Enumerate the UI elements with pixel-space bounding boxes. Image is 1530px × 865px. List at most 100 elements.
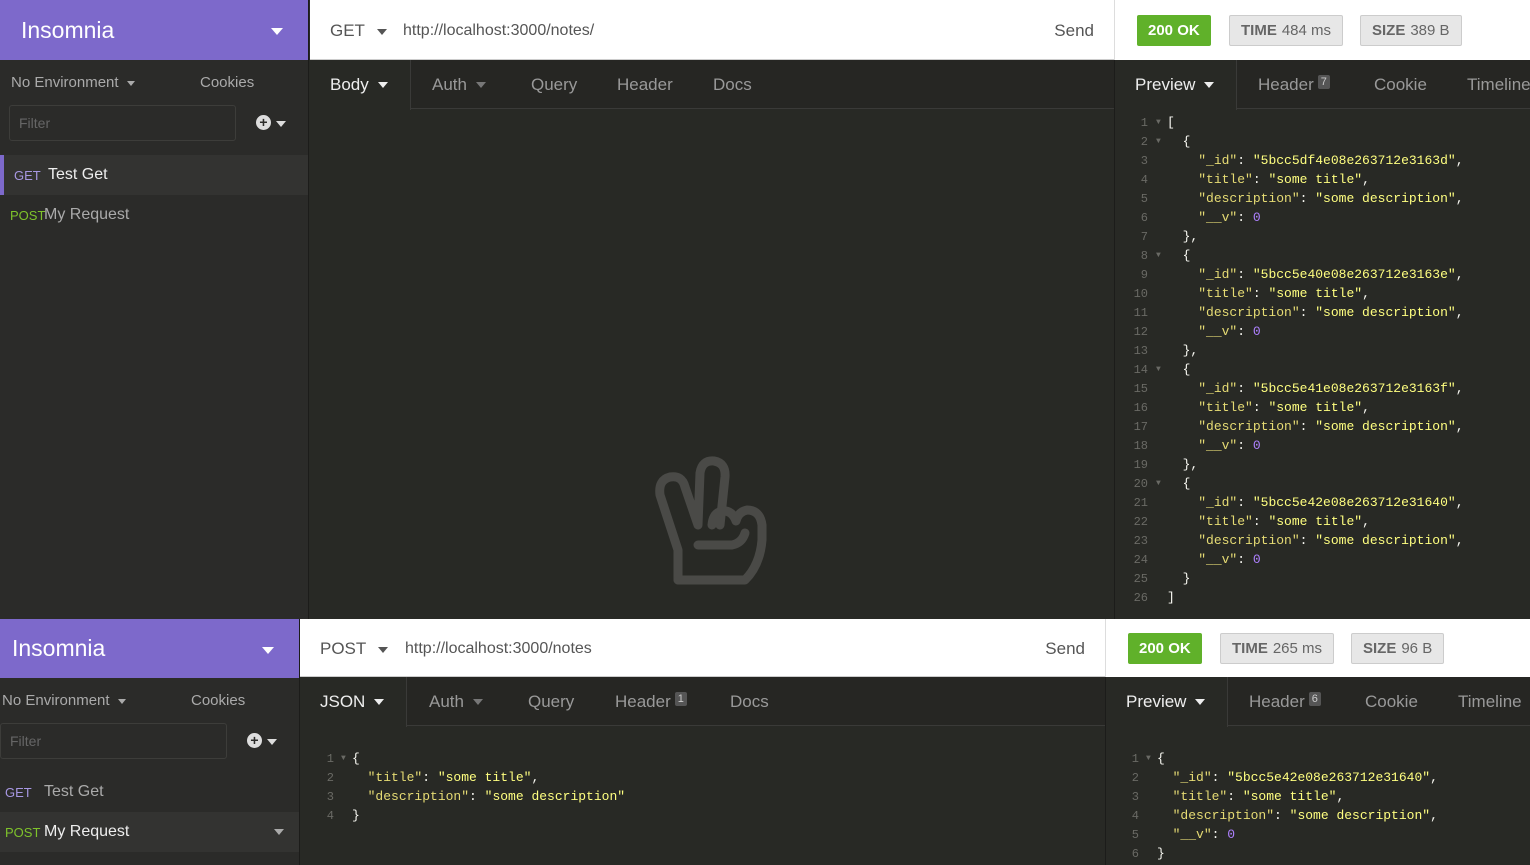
request-name: My Request <box>44 823 130 840</box>
workspace-header[interactable]: Insomnia <box>0 0 308 60</box>
fold-toggle-icon[interactable]: ▼ <box>1146 754 1151 763</box>
tab-header[interactable]: Header 1 <box>615 677 687 726</box>
status-badge: 200 OK <box>1137 15 1211 46</box>
caret-down-icon[interactable] <box>274 829 284 835</box>
caret-down-icon[interactable] <box>267 739 277 745</box>
send-button[interactable]: Send <box>1054 21 1094 41</box>
url-input[interactable]: http://localhost:3000/notes/ <box>403 22 594 40</box>
tab-cookie[interactable]: Cookie <box>1365 677 1418 726</box>
sidebar-item-my-request[interactable]: POST My Request <box>0 195 308 235</box>
code-line: { <box>1157 751 1165 766</box>
code-line: { <box>1167 248 1191 263</box>
environment-selector[interactable]: No Environment <box>11 74 135 91</box>
tab-query[interactable]: Query <box>531 60 577 109</box>
cookies-button[interactable]: Cookies <box>200 74 254 91</box>
sidebar-item-test-get[interactable]: GET Test Get <box>0 772 299 812</box>
tab-docs[interactable]: Docs <box>713 60 752 109</box>
method-dropdown[interactable]: GET <box>330 21 387 41</box>
code-line: "__v": 0 <box>1198 552 1261 567</box>
app-title: Insomnia <box>12 635 106 661</box>
tab-query[interactable]: Query <box>528 677 574 726</box>
line-number: 5 <box>1140 192 1148 206</box>
fold-toggle-icon[interactable]: ▼ <box>1156 137 1161 146</box>
filter-input[interactable]: Filter <box>0 723 227 759</box>
tab-json[interactable]: JSON <box>301 677 407 727</box>
tab-docs[interactable]: Docs <box>730 677 769 726</box>
code-line: "__v": 0 <box>1198 438 1261 453</box>
request-name: My Request <box>44 206 130 223</box>
line-number: 13 <box>1133 344 1148 358</box>
line-number: 18 <box>1133 439 1148 453</box>
code-line: } <box>352 808 360 823</box>
tab-body[interactable]: Body <box>310 60 411 110</box>
url-input[interactable]: http://localhost:3000/notes <box>405 640 592 658</box>
line-number: 12 <box>1133 325 1148 339</box>
send-button[interactable]: Send <box>1045 639 1085 659</box>
line-number: 17 <box>1133 420 1148 434</box>
method-badge: GET <box>5 784 32 800</box>
method-dropdown[interactable]: POST <box>320 639 389 659</box>
environment-selector[interactable]: No Environment <box>2 692 126 709</box>
plus-circle-icon[interactable]: + <box>256 115 271 130</box>
tab-header[interactable]: Header <box>617 60 673 109</box>
response-status-bar: 200 OK TIME 484 ms SIZE 389 B <box>1114 0 1530 60</box>
code-line: "description": "some description", <box>1198 191 1464 206</box>
line-number: 23 <box>1133 534 1148 548</box>
fold-toggle-icon[interactable]: ▼ <box>341 754 346 763</box>
fold-toggle-icon[interactable]: ▼ <box>1156 118 1161 127</box>
response-viewer[interactable]: 1 ▼ {2 "_id": "5bcc5e42e08e263712e31640", 3… <box>1106 727 1530 865</box>
code-line: "description": "some description" <box>367 789 626 804</box>
peace-hand-icon <box>655 456 767 585</box>
code-line: "__v": 0 <box>1172 827 1236 842</box>
code-line: ] <box>1167 590 1175 605</box>
line-number: 3 <box>1131 790 1139 804</box>
tab-cookie[interactable]: Cookie <box>1374 60 1427 109</box>
sidebar-item-test-get[interactable]: GET Test Get <box>0 155 308 195</box>
status-badge: 200 OK <box>1128 633 1202 664</box>
tab-timeline[interactable]: Timeline <box>1458 677 1522 726</box>
fold-toggle-icon[interactable]: ▼ <box>1156 251 1161 260</box>
request-tabs: Body Auth Query Header Docs <box>310 60 1114 110</box>
tab-preview[interactable]: Preview <box>1106 677 1228 727</box>
url-bar: POST http://localhost:3000/notes Send <box>300 619 1105 677</box>
line-number: 6 <box>1131 847 1139 861</box>
code-line: "_id": "5bcc5e41e08e263712e3163f", <box>1198 381 1464 396</box>
line-number: 4 <box>1131 809 1139 823</box>
tab-preview[interactable]: Preview <box>1115 60 1237 110</box>
code-line: { <box>1167 362 1191 377</box>
line-number: 1 <box>1140 116 1148 130</box>
tab-response-header[interactable]: Header 7 <box>1258 60 1330 109</box>
line-number: 24 <box>1133 553 1148 567</box>
filter-input[interactable]: Filter <box>9 105 236 141</box>
code-line: "title": "some title", <box>1198 172 1370 187</box>
line-number: 2 <box>1131 771 1139 785</box>
tab-response-header[interactable]: Header 6 <box>1249 677 1321 726</box>
sidebar: Insomnia No Environment Cookies Filter +… <box>0 0 309 619</box>
code-line: "title": "some title", <box>1198 514 1370 529</box>
sidebar-item-my-request[interactable]: POST My Request <box>0 812 299 852</box>
url-bar: GET http://localhost:3000/notes/ Send <box>310 0 1114 60</box>
cookies-button[interactable]: Cookies <box>191 692 245 709</box>
method-badge: POST <box>10 207 46 223</box>
header-count-badge: 1 <box>674 691 687 706</box>
line-number: 25 <box>1133 572 1148 586</box>
tab-timeline[interactable]: Timeline <box>1467 60 1530 109</box>
tab-auth[interactable]: Auth <box>432 60 486 109</box>
code-line: "title": "some title", <box>1198 286 1370 301</box>
fold-toggle-icon[interactable]: ▼ <box>1156 479 1161 488</box>
method-badge: GET <box>14 167 41 183</box>
line-number: 20 <box>1133 477 1148 491</box>
tab-auth[interactable]: Auth <box>429 677 483 726</box>
code-line: "title": "some title", <box>1198 400 1370 415</box>
caret-down-icon[interactable] <box>276 121 286 127</box>
response-viewer[interactable]: 1 ▼ [2 ▼ {3 "_id": "5bcc5df4e08e263712e3163… <box>1115 110 1530 619</box>
workspace-header[interactable]: Insomnia <box>0 619 299 678</box>
plus-circle-icon[interactable]: + <box>247 733 262 748</box>
code-line: "description": "some description", <box>1198 305 1464 320</box>
code-line: [ <box>1167 115 1175 130</box>
environment-bar: No Environment Cookies <box>0 678 299 722</box>
fold-toggle-icon[interactable]: ▼ <box>1156 365 1161 374</box>
line-number: 14 <box>1133 363 1148 377</box>
code-line: { <box>1167 476 1191 491</box>
body-editor[interactable]: 1 ▼ {2 "title": "some title", 3 "descriptio… <box>301 727 1105 865</box>
